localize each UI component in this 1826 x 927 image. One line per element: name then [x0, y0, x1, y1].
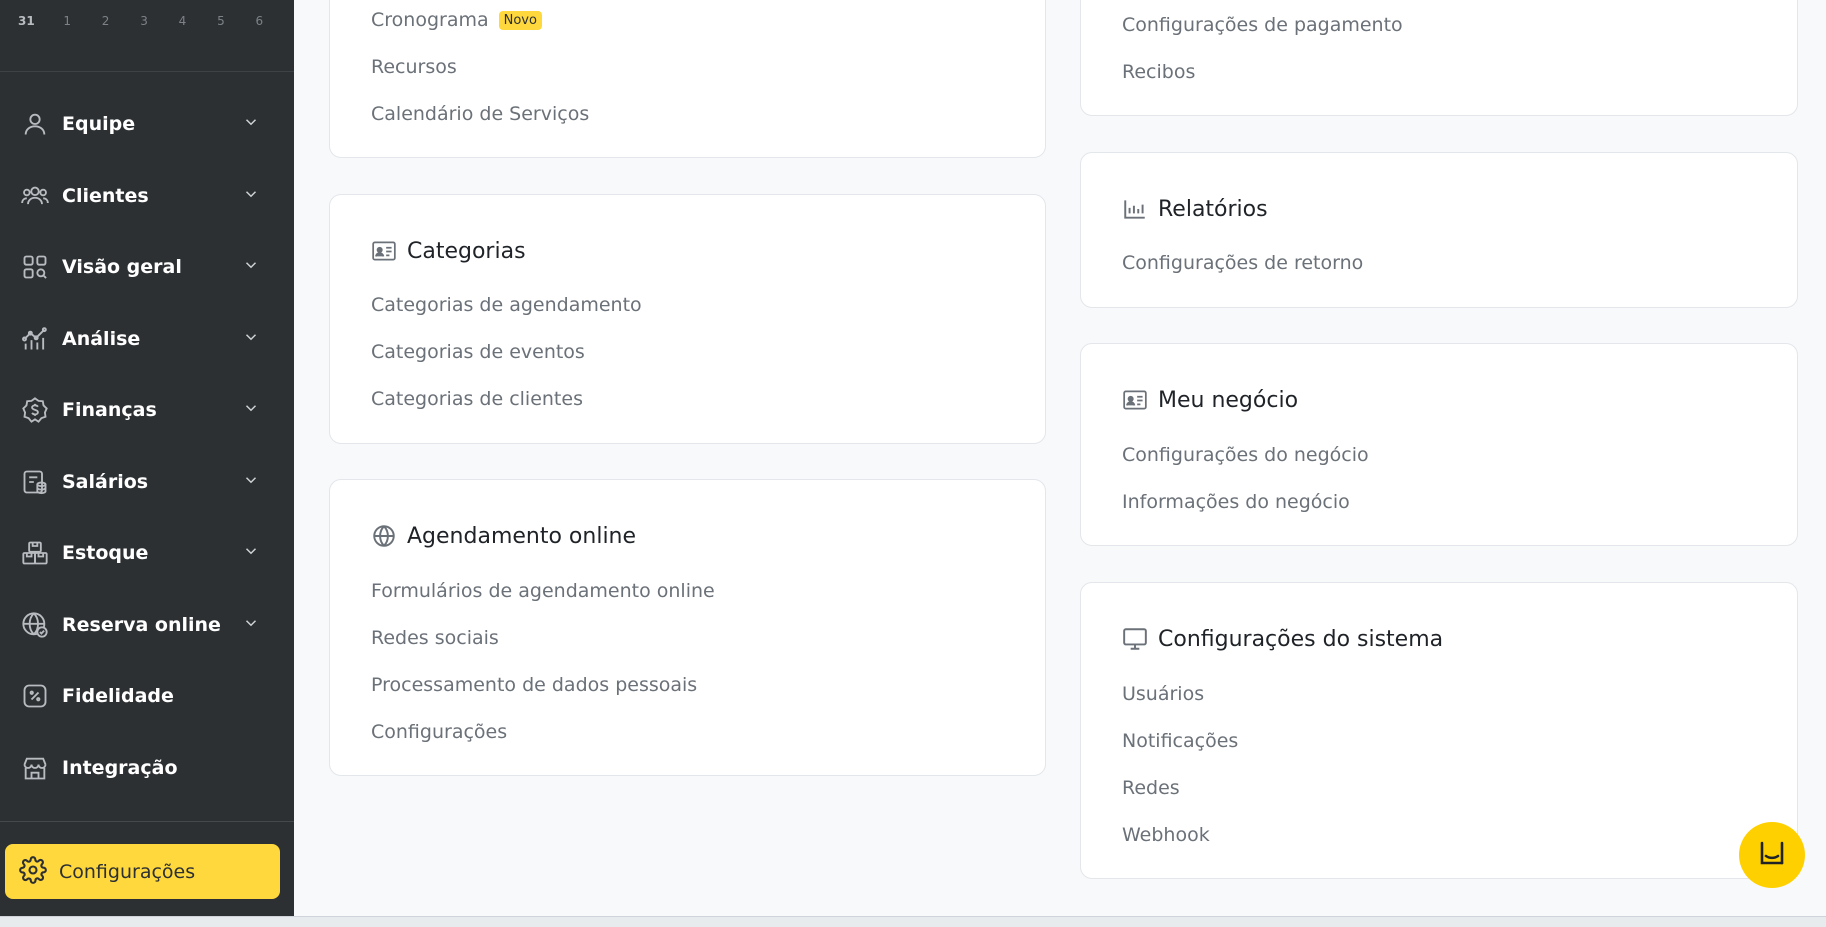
- sidebar-item-salarios[interactable]: Salários: [0, 452, 294, 512]
- id-card-icon: [1122, 387, 1148, 413]
- dollar-badge-icon: [20, 395, 50, 425]
- grid-search-icon: [20, 252, 50, 282]
- new-badge: Novo: [498, 11, 542, 30]
- chevron-down-icon[interactable]: [242, 614, 264, 636]
- sidebar-item-label: Equipe: [62, 113, 136, 135]
- gear-icon: [19, 855, 47, 888]
- sidebar-item-label: Fidelidade: [62, 685, 174, 707]
- card-title: Categorias: [407, 238, 526, 264]
- chevron-down-icon[interactable]: [242, 399, 264, 421]
- link-cronograma[interactable]: Cronograma Novo: [371, 9, 542, 31]
- chevron-down-icon[interactable]: [242, 471, 264, 493]
- chevron-down-icon[interactable]: [242, 328, 264, 350]
- sidebar-item-label: Salários: [62, 471, 149, 493]
- sidebar-item-financas[interactable]: Finanças: [0, 380, 294, 440]
- card-agendamento-online: Agendamento online Formulários de agenda…: [329, 479, 1046, 776]
- link-categorias-eventos[interactable]: Categorias de eventos: [371, 341, 585, 363]
- boxes-icon: [20, 538, 50, 568]
- globe-check-icon: [20, 610, 50, 640]
- percent-icon: [20, 681, 50, 711]
- sidebar: 31 1 2 3 4 5 6 Equipe Clientes Visão ger…: [0, 0, 294, 916]
- link-notificacoes[interactable]: Notificações: [1122, 730, 1238, 752]
- card-header: Categorias: [371, 238, 526, 264]
- calendar-day[interactable]: 5: [217, 14, 255, 28]
- globe-icon: [371, 523, 397, 549]
- sidebar-item-clientes[interactable]: Clientes: [0, 166, 294, 226]
- card-title: Meu negócio: [1158, 387, 1299, 413]
- monitor-icon: [1122, 626, 1148, 652]
- bottom-scrollbar[interactable]: [0, 916, 1826, 927]
- users-icon: [20, 181, 50, 211]
- bar-chart-icon: [1122, 196, 1148, 222]
- link-formularios-agendamento[interactable]: Formulários de agendamento online: [371, 580, 715, 602]
- card-categorias: Categorias Categorias de agendamento Cat…: [329, 194, 1046, 444]
- sidebar-item-label: Reserva online: [62, 614, 221, 636]
- chevron-down-icon[interactable]: [242, 185, 264, 207]
- storefront-icon: [20, 753, 50, 783]
- chat-icon: [1756, 837, 1788, 873]
- chevron-down-icon[interactable]: [242, 113, 264, 135]
- link-recursos[interactable]: Recursos: [371, 56, 457, 78]
- card-meu-negocio: Meu negócio Configurações do negócio Inf…: [1080, 343, 1798, 546]
- settings-label: Configurações: [59, 860, 196, 883]
- sidebar-item-estoque[interactable]: Estoque: [0, 523, 294, 583]
- payroll-icon: [20, 467, 50, 497]
- chevron-down-icon[interactable]: [242, 542, 264, 564]
- sidebar-item-label: Visão geral: [62, 256, 182, 278]
- link-configuracoes-retorno[interactable]: Configurações de retorno: [1122, 252, 1363, 274]
- card-agenda: Cronograma Novo Recursos Calendário de Se…: [329, 0, 1046, 158]
- calendar-strip: 31 1 2 3 4 5 6: [0, 0, 294, 72]
- link-configuracoes-pagamento[interactable]: Configurações de pagamento: [1122, 14, 1403, 36]
- calendar-day[interactable]: 1: [63, 14, 101, 28]
- sidebar-item-integracao[interactable]: Integração: [0, 738, 294, 798]
- sidebar-item-label: Finanças: [62, 399, 157, 421]
- sidebar-item-fidelidade[interactable]: Fidelidade: [0, 666, 294, 726]
- id-card-icon: [371, 238, 397, 264]
- link-calendario-servicos[interactable]: Calendário de Serviços: [371, 103, 589, 125]
- link-label: Cronograma: [371, 9, 489, 31]
- link-recibos[interactable]: Recibos: [1122, 61, 1195, 83]
- sidebar-item-label: Clientes: [62, 185, 149, 207]
- user-icon: [20, 109, 50, 139]
- chevron-down-icon[interactable]: [242, 256, 264, 278]
- link-configuracoes-negocio[interactable]: Configurações do negócio: [1122, 444, 1369, 466]
- link-informacoes-negocio[interactable]: Informações do negócio: [1122, 491, 1350, 513]
- link-redes[interactable]: Redes: [1122, 777, 1180, 799]
- card-header: Meu negócio: [1122, 387, 1298, 413]
- card-relatorios: Relatórios Configurações de retorno: [1080, 152, 1798, 308]
- calendar-day[interactable]: 3: [140, 14, 178, 28]
- analytics-icon: [20, 324, 50, 354]
- link-webhook[interactable]: Webhook: [1122, 824, 1210, 846]
- link-processamento-dados[interactable]: Processamento de dados pessoais: [371, 674, 697, 696]
- sidebar-item-equipe[interactable]: Equipe: [0, 94, 294, 154]
- card-header: Configurações do sistema: [1122, 626, 1443, 652]
- card-pagamento: Configurações de pagamento Recibos: [1080, 0, 1798, 116]
- link-usuarios[interactable]: Usuários: [1122, 683, 1204, 705]
- card-header: Agendamento online: [371, 523, 636, 549]
- sidebar-item-reserva-online[interactable]: Reserva online: [0, 595, 294, 655]
- sidebar-item-label: Estoque: [62, 542, 149, 564]
- sidebar-item-analise[interactable]: Análise: [0, 309, 294, 369]
- card-header: Relatórios: [1122, 196, 1268, 222]
- calendar-day[interactable]: 4: [179, 14, 217, 28]
- card-title: Relatórios: [1158, 196, 1268, 222]
- link-redes-sociais[interactable]: Redes sociais: [371, 627, 499, 649]
- sidebar-item-label: Integração: [62, 757, 178, 779]
- calendar-day[interactable]: 2: [102, 14, 140, 28]
- link-configuracoes[interactable]: Configurações: [371, 721, 507, 743]
- link-categorias-clientes[interactable]: Categorias de clientes: [371, 388, 583, 410]
- card-configuracoes-sistema: Configurações do sistema Usuários Notifi…: [1080, 582, 1798, 879]
- sidebar-divider: [0, 821, 294, 822]
- sidebar-item-visao-geral[interactable]: Visão geral: [0, 237, 294, 297]
- sidebar-item-label: Análise: [62, 328, 141, 350]
- card-title: Configurações do sistema: [1158, 626, 1444, 652]
- card-title: Agendamento online: [407, 523, 637, 549]
- chat-launcher-button[interactable]: [1739, 822, 1805, 888]
- link-categorias-agendamento[interactable]: Categorias de agendamento: [371, 294, 642, 316]
- calendar-day[interactable]: 31: [18, 14, 63, 28]
- sidebar-item-configuracoes[interactable]: Configurações: [5, 844, 280, 899]
- calendar-day[interactable]: 6: [256, 14, 294, 28]
